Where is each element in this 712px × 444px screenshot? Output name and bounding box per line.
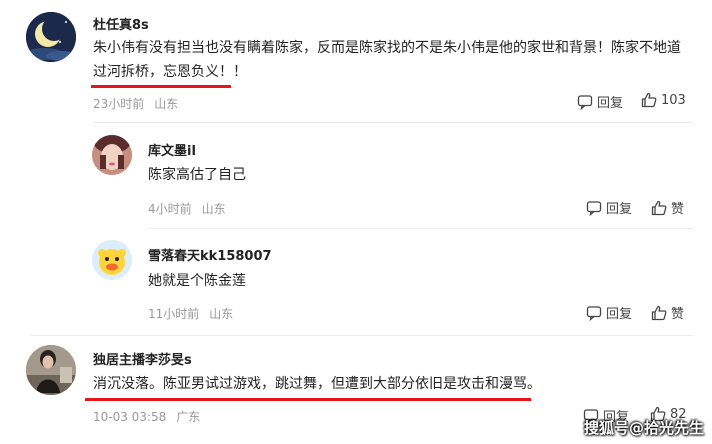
- comment-meta: 4小时前 山东: [148, 200, 236, 217]
- reply-label: 回复: [597, 96, 624, 111]
- reply-button[interactable]: 回复: [577, 92, 623, 111]
- like-button[interactable]: 赞: [651, 303, 684, 322]
- divider: [30, 335, 693, 336]
- comment-time: 23小时前: [93, 97, 145, 111]
- thumbs-up-icon: [651, 305, 667, 320]
- like-button[interactable]: 103: [641, 92, 686, 108]
- divider: [148, 228, 693, 229]
- red-underline: [91, 85, 231, 88]
- red-underline: [85, 398, 531, 401]
- divider: [93, 122, 693, 123]
- avatar[interactable]: [26, 12, 76, 62]
- comment-username[interactable]: 库文墨il: [148, 140, 196, 159]
- like-button[interactable]: 赞: [651, 198, 684, 217]
- comment-text: 她就是个陈金莲: [148, 273, 246, 289]
- comment-time: 11小时前: [148, 307, 200, 321]
- comment-location: 广东: [176, 410, 201, 424]
- like-count: 103: [661, 92, 686, 108]
- comment-location: 山东: [209, 307, 234, 321]
- like-label: 赞: [671, 307, 685, 322]
- reply-button[interactable]: 回复: [586, 303, 632, 322]
- person-photo-icon: [92, 135, 132, 175]
- reply-label: 回复: [606, 202, 633, 217]
- comment-bubble-icon: [577, 94, 593, 110]
- comment-text: 消沉没落。陈亚男试过游戏，跳过舞，但遭到大部分依旧是攻击和漫骂。: [93, 376, 541, 392]
- comment-text: 陈家高估了自己: [148, 167, 246, 183]
- comment-time: 4小时前: [148, 202, 192, 216]
- reply-label: 回复: [606, 307, 633, 322]
- comment-text: 过河拆桥，忘恩负义！！: [93, 64, 247, 80]
- avatar[interactable]: [26, 345, 76, 395]
- thumbs-up-icon: [651, 200, 667, 215]
- comment-username[interactable]: 独居主播李莎旻s: [93, 349, 192, 368]
- thumbs-up-icon: [641, 92, 657, 108]
- comment-username[interactable]: 杜任真8s: [93, 14, 149, 33]
- comment-bubble-icon: [586, 305, 602, 321]
- comment-meta: 11小时前 山东: [148, 305, 243, 322]
- comment-location: 山东: [154, 97, 179, 111]
- comment-bubble-icon: [586, 200, 602, 216]
- person-photo-icon: [26, 345, 76, 395]
- comment-location: 山东: [201, 202, 226, 216]
- like-label: 赞: [671, 202, 685, 217]
- reply-button[interactable]: 回复: [586, 198, 632, 217]
- avatar[interactable]: [92, 240, 132, 280]
- watermark: 搜狐号@拾光先生: [583, 419, 704, 437]
- moon-avatar-icon: [26, 12, 76, 62]
- cartoon-duck-icon: [92, 240, 132, 280]
- avatar[interactable]: [92, 135, 132, 175]
- comment-time: 10-03 03:58: [93, 410, 167, 424]
- comment-meta: 10-03 03:58 广东: [93, 408, 210, 425]
- comment-text: 朱小伟有没有担当也没有瞒着陈家，反而是陈家找的不是朱小伟是他的家世和背景！陈家不…: [93, 40, 681, 56]
- comment-username[interactable]: 雪落春天kk158007: [148, 245, 272, 264]
- comment-meta: 23小时前 山东: [93, 95, 188, 112]
